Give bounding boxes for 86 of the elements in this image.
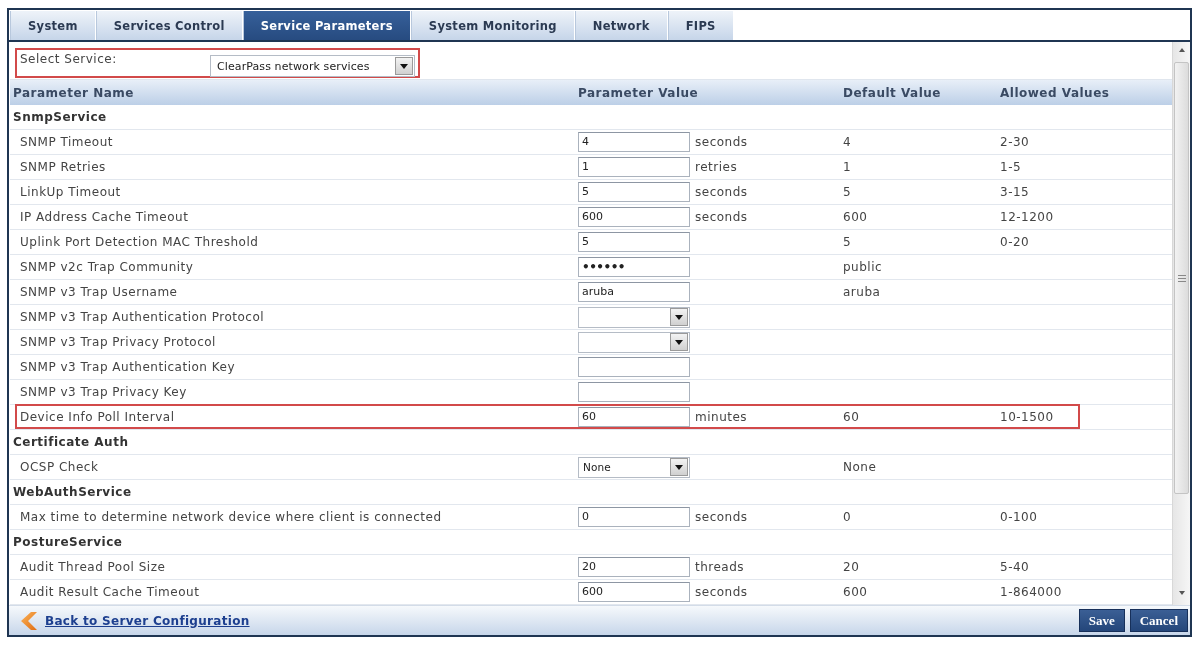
parameter-name: SNMP v2c Trap Community <box>19 260 195 274</box>
parameter-name: SNMP v3 Trap Privacy Protocol <box>19 335 217 349</box>
parameter-name: LinkUp Timeout <box>19 185 122 199</box>
password-field[interactable]: •••••• <box>578 257 690 277</box>
tab[interactable]: System Monitoring <box>410 11 575 40</box>
column-header: Parameter Value <box>577 85 700 100</box>
default-value: aruba <box>843 285 881 299</box>
save-button[interactable]: Save <box>1078 609 1125 632</box>
unit-label: seconds <box>695 510 748 524</box>
section-heading: SnmpService <box>13 110 107 124</box>
parameter-name: Max time to determine network device where client is connected <box>19 510 443 524</box>
column-header: Parameter Name <box>12 85 135 100</box>
default-value: 4 <box>843 135 852 149</box>
parameter-name: OCSP Check <box>19 460 100 474</box>
caret-down-icon[interactable] <box>670 458 688 476</box>
input-field[interactable]: 5 <box>578 232 690 252</box>
field-label: Select Service: <box>19 51 118 66</box>
column-header: Allowed Values <box>999 85 1111 100</box>
input-field[interactable]: 60 <box>578 407 690 427</box>
default-value: 0 <box>843 510 852 524</box>
chevron-left-icon <box>21 611 37 630</box>
scrollbar[interactable] <box>1172 42 1190 605</box>
dropdown[interactable]: None <box>578 456 690 478</box>
parameter-name: SNMP v3 Trap Username <box>19 285 179 299</box>
input-field[interactable] <box>578 382 690 402</box>
allowed-values: 5-40 <box>1000 560 1030 574</box>
input-field[interactable]: 4 <box>578 132 690 152</box>
allowed-values: 2-30 <box>1000 135 1030 149</box>
back-link[interactable]: Back to Server Configuration <box>45 613 250 628</box>
allowed-values: 0-20 <box>1000 235 1030 249</box>
caret-down-icon[interactable] <box>670 308 688 326</box>
unit-label: seconds <box>695 135 748 149</box>
parameter-name: Device Info Poll Interval <box>19 410 176 424</box>
unit-label: threads <box>695 560 745 574</box>
grip-icon <box>1177 274 1186 282</box>
input-field[interactable] <box>578 357 690 377</box>
parameter-name: IP Address Cache Timeout <box>19 210 190 224</box>
input-field[interactable]: 600 <box>578 582 690 602</box>
default-value: public <box>843 260 883 274</box>
input-field[interactable]: 20 <box>578 557 690 577</box>
tab[interactable]: Network <box>574 11 668 40</box>
input-field[interactable]: 1 <box>578 157 690 177</box>
allowed-values: 0-100 <box>1000 510 1038 524</box>
default-value: 20 <box>843 560 860 574</box>
allowed-values: 1-5 <box>1000 160 1022 174</box>
parameter-name: SNMP v3 Trap Authentication Protocol <box>19 310 266 324</box>
allowed-values: 3-15 <box>1000 185 1030 199</box>
input-field[interactable]: 5 <box>578 182 690 202</box>
tab[interactable]: Services Control <box>95 11 243 40</box>
tab[interactable]: Service Parameters <box>242 11 411 40</box>
section-heading: Certificate Auth <box>13 435 129 449</box>
tab[interactable]: System <box>10 11 96 40</box>
parameter-name: SNMP v3 Trap Authentication Key <box>19 360 236 374</box>
dropdown[interactable]: ClearPass network services <box>210 55 415 77</box>
unit-label: seconds <box>695 585 748 599</box>
parameter-name: SNMP Timeout <box>19 135 115 149</box>
default-value: 600 <box>843 585 868 599</box>
default-value: 600 <box>843 210 868 224</box>
scrollbar-thumb[interactable] <box>1174 62 1189 494</box>
default-value: 5 <box>843 185 852 199</box>
parameter-name: SNMP v3 Trap Privacy Key <box>19 385 188 399</box>
parameter-name: SNMP Retries <box>19 160 107 174</box>
cancel-button[interactable]: Cancel <box>1129 609 1188 632</box>
section-heading: WebAuthService <box>13 485 132 499</box>
column-header: Default Value <box>842 85 942 100</box>
default-value: None <box>843 460 877 474</box>
input-field[interactable]: aruba <box>578 282 690 302</box>
default-value: 5 <box>843 235 852 249</box>
tab[interactable]: FIPS <box>667 11 734 40</box>
parameter-name: Audit Thread Pool Size <box>19 560 167 574</box>
caret-down-icon[interactable] <box>670 333 688 351</box>
default-value: 1 <box>843 160 852 174</box>
allowed-values: 10-1500 <box>1000 410 1054 424</box>
input-field[interactable]: 600 <box>578 207 690 227</box>
unit-label: retries <box>695 160 738 174</box>
unit-label: seconds <box>695 185 748 199</box>
unit-label: seconds <box>695 210 748 224</box>
allowed-values: 1-864000 <box>1000 585 1062 599</box>
input-field[interactable]: 0 <box>578 507 690 527</box>
section-heading: PostureService <box>13 535 123 549</box>
caret-down-icon[interactable] <box>395 57 413 75</box>
default-value: 60 <box>843 410 860 424</box>
parameter-name: Audit Result Cache Timeout <box>19 585 201 599</box>
unit-label: minutes <box>695 410 748 424</box>
parameter-name: Uplink Port Detection MAC Threshold <box>19 235 260 249</box>
allowed-values: 12-1200 <box>1000 210 1054 224</box>
